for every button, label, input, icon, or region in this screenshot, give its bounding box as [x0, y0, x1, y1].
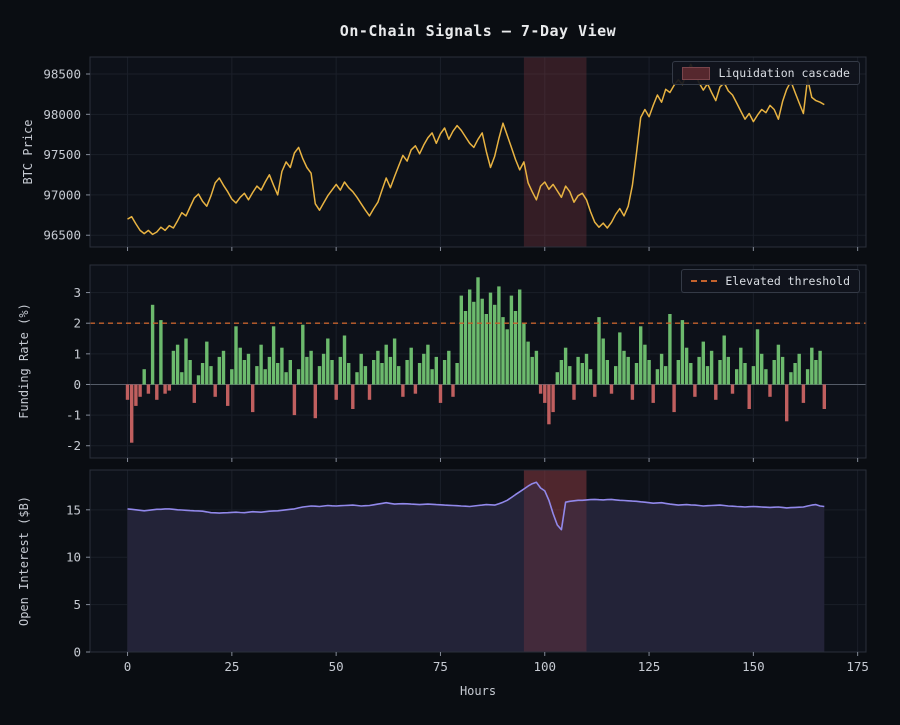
plot-background — [90, 57, 866, 247]
svg-text:1: 1 — [73, 346, 81, 361]
y-tick-labels: -2 -1 0 1 2 3 — [66, 285, 81, 453]
plot-area: 0510150255075100125150175 — [66, 470, 869, 674]
x-axis-label: Hours — [90, 684, 866, 698]
liquidation-band-swatch — [682, 67, 710, 80]
legend-liquidation-label: Liquidation cascade — [718, 66, 850, 80]
svg-text:10: 10 — [66, 550, 81, 565]
svg-text:98500: 98500 — [43, 67, 81, 82]
svg-text:175: 175 — [846, 659, 869, 674]
svg-text:125: 125 — [638, 659, 661, 674]
plot-area: 96500 97000 97500 98000 98500 — [43, 57, 866, 251]
legend-elevated-threshold: Elevated threshold — [681, 269, 860, 293]
x-tick-labels: 0 25 50 75 100 125 150 175 — [124, 659, 869, 674]
svg-text:96500: 96500 — [43, 228, 81, 243]
page-title: On-Chain Signals — 7-Day View — [90, 22, 866, 40]
liquidation-cascade-band — [524, 57, 587, 247]
svg-text:75: 75 — [433, 659, 448, 674]
onchain-signals-dashboard: On-Chain Signals — 7-Day View BTC Price … — [0, 0, 900, 725]
svg-text:98000: 98000 — [43, 107, 81, 122]
legend-liquidation-cascade: Liquidation cascade — [672, 61, 860, 85]
svg-text:-1: -1 — [66, 408, 81, 423]
threshold-dash-swatch — [691, 280, 717, 282]
svg-text:2: 2 — [73, 316, 81, 331]
svg-text:25: 25 — [224, 659, 239, 674]
svg-text:97500: 97500 — [43, 147, 81, 162]
liquidation-cascade-band — [524, 470, 587, 652]
y-tick-labels: 0 5 10 15 — [66, 502, 81, 659]
svg-text:3: 3 — [73, 285, 81, 300]
legend-threshold-label: Elevated threshold — [725, 274, 850, 288]
svg-text:15: 15 — [66, 502, 81, 517]
svg-text:-2: -2 — [66, 438, 81, 453]
svg-text:97000: 97000 — [43, 187, 81, 202]
svg-text:0: 0 — [124, 659, 132, 674]
svg-text:50: 50 — [329, 659, 344, 674]
plot-area: -2 -1 0 1 2 3 — [66, 265, 866, 462]
svg-text:5: 5 — [73, 597, 81, 612]
svg-text:150: 150 — [742, 659, 765, 674]
y-tick-labels: 96500 97000 97500 98000 98500 — [43, 67, 81, 243]
svg-text:0: 0 — [73, 377, 81, 392]
svg-text:0: 0 — [73, 645, 81, 660]
svg-text:100: 100 — [533, 659, 556, 674]
